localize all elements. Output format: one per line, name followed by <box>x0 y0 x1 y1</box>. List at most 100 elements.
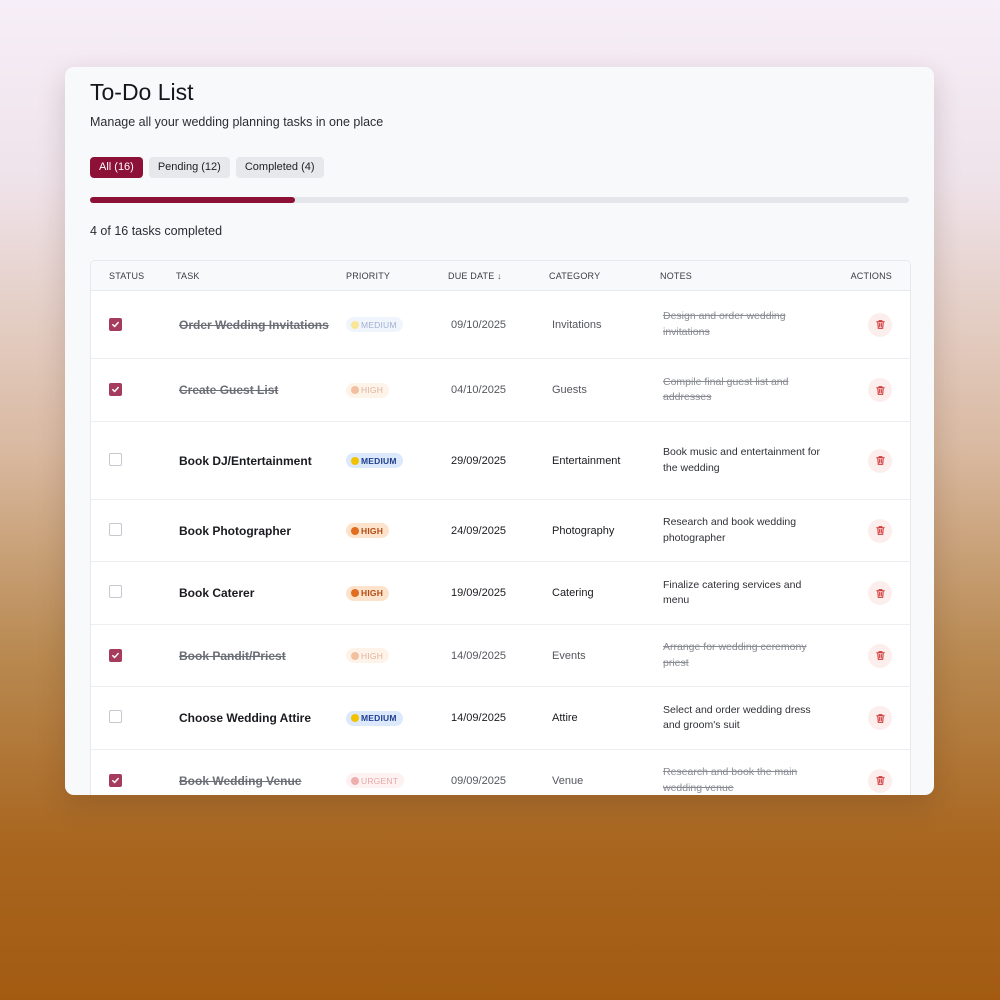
filter-pending-button[interactable]: Pending (12) <box>148 157 230 178</box>
priority-dot-icon <box>351 776 359 785</box>
status-cell <box>91 421 162 500</box>
priority-dot-icon <box>351 589 359 597</box>
task-checkbox[interactable] <box>109 452 122 466</box>
actions-cell <box>835 686 910 750</box>
task-name: Book DJ/Entertainment <box>162 421 346 500</box>
table-row: Choose Wedding Attire MEDIUM 14/09/2025 … <box>91 686 910 750</box>
actions-cell <box>835 421 910 500</box>
trash-icon <box>875 385 885 395</box>
priority-cell: HIGH <box>346 499 448 562</box>
task-checkbox[interactable] <box>109 648 122 662</box>
task-name: Book Caterer <box>162 561 346 625</box>
progress-fill <box>90 197 295 203</box>
priority-cell: MEDIUM <box>346 686 448 750</box>
status-cell <box>91 561 162 625</box>
delete-task-button[interactable] <box>868 581 892 605</box>
task-table: STATUS TASK PRIORITY DUE DATE ↓ CATEGORY… <box>90 260 911 795</box>
priority-badge: MEDIUM <box>346 710 403 726</box>
table-row: Order Wedding Invitations MEDIUM 09/10/2… <box>91 290 910 359</box>
priority-badge: MEDIUM <box>346 453 403 468</box>
due-date: 09/10/2025 <box>448 290 549 359</box>
task-checkbox[interactable] <box>109 710 122 723</box>
category: Catering <box>549 561 660 625</box>
priority-cell: HIGH <box>346 561 448 625</box>
priority-cell: MEDIUM <box>346 290 448 359</box>
due-date: 14/09/2025 <box>448 624 549 687</box>
table-row: Create Guest List HIGH 04/10/2025 Guests… <box>91 358 910 422</box>
delete-task-button[interactable] <box>868 378 892 402</box>
delete-task-button[interactable] <box>868 312 892 337</box>
priority-label: HIGH <box>361 525 384 536</box>
category: Invitations <box>549 290 660 359</box>
sort-arrow-icon: ↓ <box>497 270 502 281</box>
priority-badge: URGENT <box>346 773 405 788</box>
category: Venue <box>549 749 660 795</box>
priority-label: URGENT <box>361 775 399 786</box>
actions-cell <box>835 499 910 562</box>
delete-task-button[interactable] <box>868 643 892 668</box>
column-header-notes: NOTES <box>660 261 835 291</box>
task-checkbox[interactable] <box>109 585 122 598</box>
trash-icon <box>875 526 885 535</box>
priority-label: MEDIUM <box>361 713 397 723</box>
column-header-actions: ACTIONS <box>835 261 910 291</box>
notes: Research and book wedding photographer <box>660 499 835 562</box>
page-subtitle: Manage all your wedding planning tasks i… <box>90 115 384 129</box>
priority-dot-icon <box>351 526 359 535</box>
notes: Finalize catering services and menu <box>660 561 835 625</box>
priority-cell: MEDIUM <box>346 421 448 500</box>
priority-badge: HIGH <box>346 648 390 663</box>
actions-cell <box>835 561 910 625</box>
progress-text: 4 of 16 tasks completed <box>90 224 223 238</box>
column-header-due-date[interactable]: DUE DATE ↓ <box>448 261 549 291</box>
table-row: Book Caterer HIGH 19/09/2025 Catering Fi… <box>91 561 910 625</box>
priority-dot-icon <box>351 456 359 465</box>
actions-cell <box>835 624 910 687</box>
priority-label: HIGH <box>361 385 384 395</box>
table-row: Book Wedding Venue URGENT 09/09/2025 Ven… <box>91 749 910 795</box>
task-name: Choose Wedding Attire <box>162 686 346 750</box>
task-name: Create Guest List <box>162 358 346 422</box>
filter-completed-button[interactable]: Completed (4) <box>235 157 324 178</box>
task-name: Book Pandit/Priest <box>162 624 346 687</box>
column-header-category: CATEGORY <box>549 261 660 291</box>
check-icon <box>112 386 119 393</box>
task-table-body: Order Wedding Invitations MEDIUM 09/10/2… <box>91 290 910 795</box>
delete-task-button[interactable] <box>868 448 892 473</box>
check-icon <box>112 652 119 658</box>
priority-label: HIGH <box>361 650 384 661</box>
category: Events <box>549 624 660 687</box>
trash-icon <box>875 320 885 329</box>
task-checkbox[interactable] <box>109 522 122 536</box>
delete-task-button[interactable] <box>868 768 892 793</box>
actions-cell <box>835 358 910 422</box>
table-header-row: STATUS TASK PRIORITY DUE DATE ↓ CATEGORY… <box>91 261 910 291</box>
table-row: Book DJ/Entertainment MEDIUM 29/09/2025 … <box>91 421 910 500</box>
check-icon <box>112 777 119 783</box>
status-cell <box>91 749 162 795</box>
task-checkbox[interactable] <box>109 383 122 396</box>
actions-cell <box>835 290 910 359</box>
status-cell <box>91 358 162 422</box>
priority-cell: URGENT <box>346 749 448 795</box>
notes: Select and order wedding dress and groom… <box>660 686 835 750</box>
delete-task-button[interactable] <box>868 706 892 730</box>
task-name: Order Wedding Invitations <box>162 290 346 359</box>
task-checkbox[interactable] <box>109 317 122 331</box>
category: Attire <box>549 686 660 750</box>
task-name: Book Wedding Venue <box>162 749 346 795</box>
category: Entertainment <box>549 421 660 500</box>
due-date: 29/09/2025 <box>448 421 549 500</box>
due-date-header-label: DUE DATE <box>448 270 495 281</box>
filter-all-button[interactable]: All (16) <box>90 157 143 178</box>
notes: Compile final guest list and addresses <box>660 358 835 422</box>
filter-tabs: All (16) Pending (12) Completed (4) <box>90 157 324 178</box>
delete-task-button[interactable] <box>868 518 892 543</box>
table-row: Book Photographer HIGH 24/09/2025 Photog… <box>91 499 910 562</box>
due-date: 19/09/2025 <box>448 561 549 625</box>
priority-badge: HIGH <box>346 382 390 398</box>
status-cell <box>91 499 162 562</box>
priority-dot-icon <box>351 651 359 660</box>
priority-label: MEDIUM <box>361 319 397 330</box>
task-checkbox[interactable] <box>109 773 122 787</box>
